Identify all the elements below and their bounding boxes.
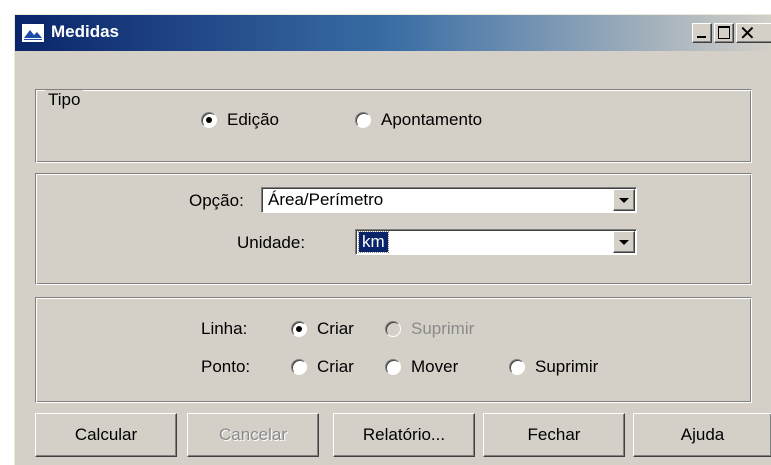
radio-linha-suprimir-label: Suprimir xyxy=(411,319,475,338)
title-bar: Medidas ✕ xyxy=(15,15,771,51)
ajuda-button[interactable]: Ajuda xyxy=(633,413,771,457)
radio-edicao-label: Edição xyxy=(227,110,279,129)
opcao-label: Opção: xyxy=(189,191,244,210)
opcao-select[interactable]: Área/Perímetro xyxy=(261,187,637,213)
linha-ponto-group xyxy=(35,297,752,403)
fechar-button[interactable]: Fechar xyxy=(483,413,625,457)
unidade-value: km xyxy=(358,231,389,253)
ponto-label: Ponto: xyxy=(201,357,251,376)
radio-ponto-suprimir[interactable]: Suprimir xyxy=(509,357,598,377)
chevron-down-icon[interactable] xyxy=(613,189,635,211)
tipo-legend: Tipo xyxy=(45,90,84,110)
radio-linha-suprimir: Suprimir xyxy=(385,319,474,339)
radio-ponto-criar-label: Criar xyxy=(317,357,354,376)
relatorio-button[interactable]: Relatório... xyxy=(333,413,475,457)
radio-edicao[interactable]: Edição xyxy=(201,110,279,130)
medidas-dialog: Medidas ✕ Tipo Edição Apontamento Opção:… xyxy=(14,14,771,465)
radio-ponto-mover-label: Mover xyxy=(411,357,459,376)
radio-ponto-suprimir-circle[interactable] xyxy=(509,359,525,375)
linha-label: Linha: xyxy=(201,319,248,338)
calcular-button[interactable]: Calcular xyxy=(35,413,177,457)
window-title: Medidas xyxy=(51,22,120,41)
radio-apontamento-circle[interactable] xyxy=(355,112,371,128)
radio-ponto-criar[interactable]: Criar xyxy=(291,357,354,377)
maximize-icon[interactable] xyxy=(714,23,734,43)
radio-apontamento[interactable]: Apontamento xyxy=(355,110,482,130)
radio-linha-criar[interactable]: Criar xyxy=(291,319,354,339)
unidade-select[interactable]: km xyxy=(355,229,637,255)
close-icon[interactable]: ✕ xyxy=(736,23,771,45)
chevron-down-icon[interactable] xyxy=(613,231,635,253)
radio-linha-suprimir-circle xyxy=(385,321,401,337)
radio-edicao-circle[interactable] xyxy=(201,112,217,128)
minimize-icon[interactable] xyxy=(692,23,712,43)
radio-ponto-mover[interactable]: Mover xyxy=(385,357,458,377)
radio-ponto-mover-circle[interactable] xyxy=(385,359,401,375)
radio-ponto-criar-circle[interactable] xyxy=(291,359,307,375)
radio-apontamento-label: Apontamento xyxy=(381,110,483,129)
opcao-value: Área/Perímetro xyxy=(268,190,384,209)
app-icon xyxy=(21,23,45,43)
radio-linha-criar-circle[interactable] xyxy=(291,321,307,337)
radio-linha-criar-label: Criar xyxy=(317,319,354,338)
cancelar-button: Cancelar xyxy=(187,413,319,457)
radio-ponto-suprimir-label: Suprimir xyxy=(535,357,599,376)
unidade-label: Unidade: xyxy=(237,233,306,252)
